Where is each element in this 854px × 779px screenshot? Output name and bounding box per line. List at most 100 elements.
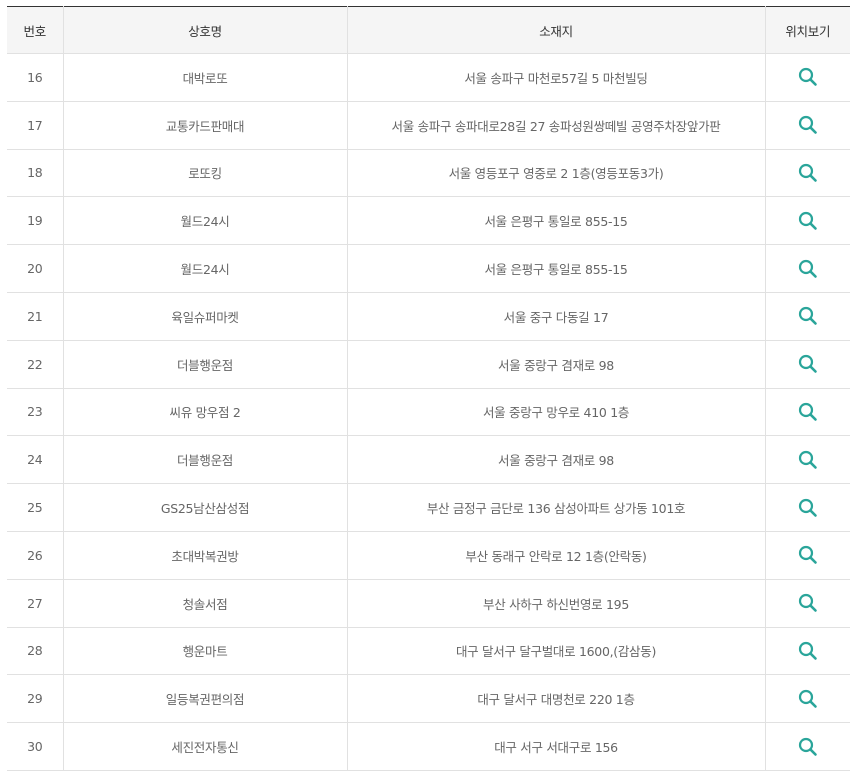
table-row: 26 초대박복권방 부산 동래구 안락로 12 1층(안락동) [7,530,850,580]
row-number: 17 [7,100,64,150]
store-name: 로또킹 [62,148,348,198]
table-row: 30 세진전자통신 대구 서구 서대구로 156 [7,722,850,771]
location-cell [764,244,850,293]
view-location-button[interactable] [797,497,819,519]
store-address: 대구 서구 서대구로 156 [346,722,766,771]
store-address: 부산 금정구 금단로 136 삼성아파트 상가동 101호 [346,483,766,532]
row-number: 30 [7,722,64,771]
store-name: 초대박복권방 [62,530,348,580]
view-location-button[interactable] [797,449,819,471]
view-location-button[interactable] [797,162,819,184]
store-address: 서울 송파구 마천로57길 5 마천빌딩 [346,53,766,102]
store-address: 서울 중랑구 망우로 410 1층 [346,387,766,437]
search-icon [798,259,817,278]
view-location-button[interactable] [797,544,819,566]
table-header: 번호 상호명 소재지 위치보기 [7,6,850,54]
store-name: 행운마트 [62,626,348,676]
store-address: 서울 영등포구 영중로 2 1층(영등포동3가) [346,148,766,198]
search-icon [798,498,817,517]
view-location-button[interactable] [797,592,819,614]
location-cell [764,339,850,389]
location-cell [764,483,850,532]
table-body: 16 대박로또 서울 송파구 마천로57길 5 마천빌딩 17 교통카드판매대 서울 송파… [7,53,850,771]
store-name: 더블행운점 [62,435,348,485]
view-location-button[interactable] [797,66,819,88]
view-location-button[interactable] [797,305,819,327]
location-cell [764,674,850,724]
row-number: 16 [7,53,64,102]
row-number: 19 [7,196,64,246]
location-cell [764,100,850,150]
store-name: GS25남산삼성점 [62,483,348,532]
table-row: 24 더블행운점 서울 중랑구 겸재로 98 [7,435,850,485]
store-address: 서울 중구 다동길 17 [346,291,766,341]
view-location-button[interactable] [797,688,819,710]
location-cell [764,291,850,341]
search-icon [798,211,817,230]
header-store-name: 상호명 [62,6,348,54]
table-row: 16 대박로또 서울 송파구 마천로57길 5 마천빌딩 [7,53,850,102]
table-row: 21 육일슈퍼마켓 서울 중구 다동길 17 [7,291,850,341]
location-cell [764,435,850,485]
table-row: 29 일등복권편의점 대구 달서구 대명천로 220 1층 [7,674,850,724]
location-cell [764,578,850,628]
search-icon [798,641,817,660]
location-cell [764,148,850,198]
header-location: 위치보기 [764,6,850,54]
search-icon [798,402,817,421]
store-list: 번호 상호명 소재지 위치보기 16 대박로또 서울 송파구 마천로57길 5 마천… [0,0,854,771]
store-address: 서울 중랑구 겸재로 98 [346,339,766,389]
store-name: 청솔서점 [62,578,348,628]
search-icon [798,546,817,565]
store-address: 서울 중랑구 겸재로 98 [346,435,766,485]
row-number: 22 [7,339,64,389]
search-icon [798,594,817,612]
table-row: 28 행운마트 대구 달서구 달구벌대로 1600,(감삼동) [7,626,850,676]
store-name: 대박로또 [62,53,348,102]
search-icon [798,689,817,708]
store-name: 교통카드판매대 [62,100,348,150]
row-number: 25 [7,483,64,532]
location-cell [764,53,850,102]
table-row: 22 더블행운점 서울 중랑구 겸재로 98 [7,339,850,389]
table-row: 18 로또킹 서울 영등포구 영중로 2 1층(영등포동3가) [7,148,850,198]
store-address: 부산 동래구 안락로 12 1층(안락동) [346,530,766,580]
view-location-button[interactable] [797,401,819,423]
view-location-button[interactable] [797,736,819,758]
row-number: 24 [7,435,64,485]
table-row: 20 월드24시 서울 은평구 통일로 855-15 [7,244,850,293]
location-cell [764,626,850,676]
store-address: 서울 은평구 통일로 855-15 [346,244,766,293]
store-name: 세진전자통신 [62,722,348,771]
location-cell [764,722,850,771]
store-address: 대구 달서구 달구벌대로 1600,(감삼동) [346,626,766,676]
row-number: 18 [7,148,64,198]
table-row: 23 씨유 망우점 2 서울 중랑구 망우로 410 1층 [7,387,850,437]
search-icon [798,737,817,756]
table-row: 17 교통카드판매대 서울 송파구 송파대로28길 27 송파성원쌍떼빌 공영주차장… [7,100,850,150]
row-number: 28 [7,626,64,676]
table-row: 25 GS25남산삼성점 부산 금정구 금단로 136 삼성아파트 상가동 101호 [7,483,850,532]
row-number: 29 [7,674,64,724]
view-location-button[interactable] [797,210,819,232]
view-location-button[interactable] [797,114,819,136]
store-address: 서울 송파구 송파대로28길 27 송파성원쌍떼빌 공영주차장앞가판 [346,100,766,150]
location-cell [764,387,850,437]
row-number: 27 [7,578,64,628]
store-name: 월드24시 [62,196,348,246]
search-icon [798,68,817,87]
view-location-button[interactable] [797,640,819,662]
search-icon [798,163,817,182]
store-name: 육일슈퍼마켓 [62,291,348,341]
view-location-button[interactable] [797,258,819,280]
header-row: 번호 상호명 소재지 위치보기 [7,6,850,54]
table-row: 27 청솔서점 부산 사하구 하신번영로 195 [7,578,850,628]
store-name: 더블행운점 [62,339,348,389]
store-address: 부산 사하구 하신번영로 195 [346,578,766,628]
row-number: 20 [7,244,64,293]
view-location-button[interactable] [797,353,819,375]
location-cell [764,530,850,580]
search-icon [798,450,817,469]
store-address: 대구 달서구 대명천로 220 1층 [346,674,766,724]
store-name: 월드24시 [62,244,348,293]
